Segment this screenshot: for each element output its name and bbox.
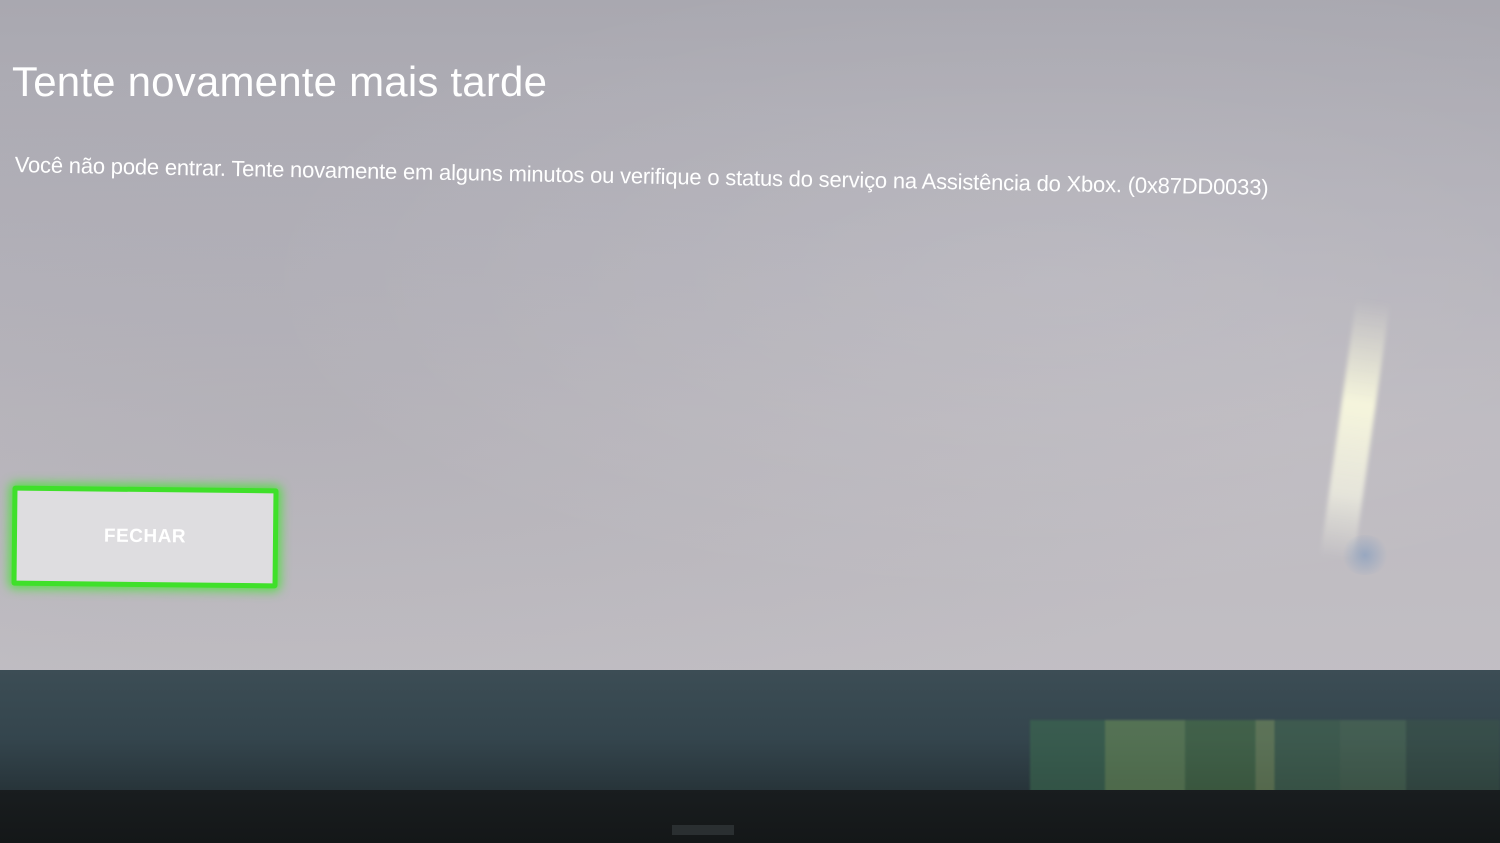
dialog-title: Tente novamente mais tarde <box>12 58 548 105</box>
brand-logo <box>672 825 734 835</box>
tv-bottom-frame <box>0 790 1500 843</box>
error-message: Você não pode entrar. Tente novamente em… <box>14 152 1269 200</box>
photo-of-tv: Tente novamente mais tarde Você não pode… <box>0 0 1500 843</box>
light-reflection <box>1340 535 1390 575</box>
light-glare <box>1320 298 1390 562</box>
close-button[interactable]: FECHAR <box>11 485 279 589</box>
tv-screen: Tente novamente mais tarde Você não pode… <box>0 0 1500 700</box>
